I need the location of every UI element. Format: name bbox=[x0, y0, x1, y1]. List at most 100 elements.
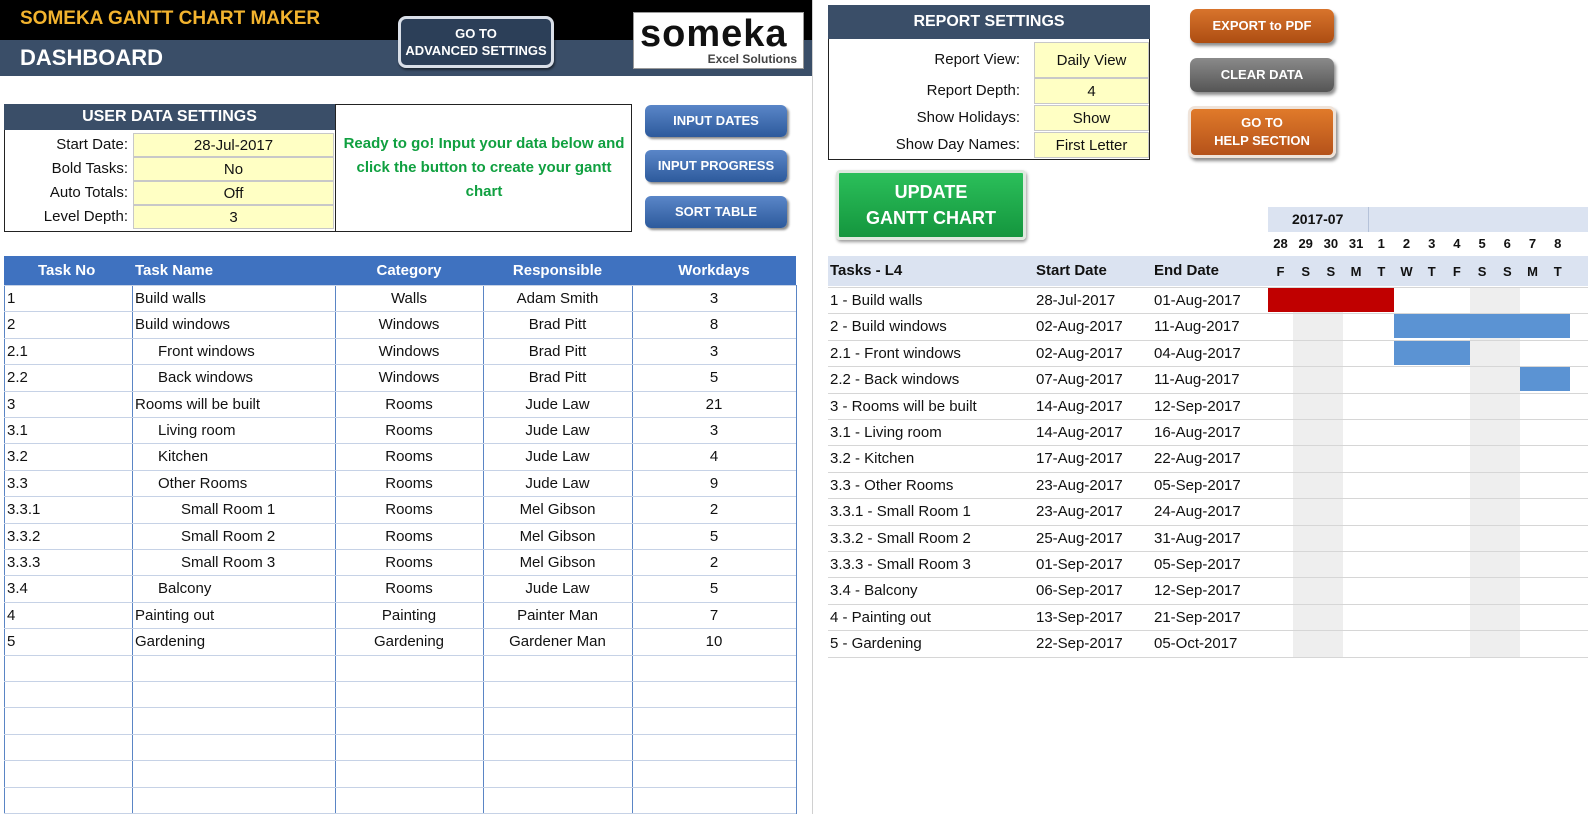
workdays-cell: 2 bbox=[709, 501, 719, 519]
gantt-end-date: 16-Aug-2017 bbox=[1154, 424, 1241, 441]
responsible-cell: Brad Pitt bbox=[528, 316, 587, 334]
clear-data-button[interactable]: CLEAR DATA bbox=[1190, 58, 1334, 92]
report-setting-label: Show Holidays: bbox=[916, 109, 1020, 126]
setting-label: Bold Tasks: bbox=[51, 160, 128, 177]
setting-value[interactable]: 28-Jul-2017 bbox=[133, 133, 334, 157]
col-header-task-name[interactable]: Task Name bbox=[135, 256, 213, 285]
task-no-cell: 4 bbox=[7, 606, 16, 624]
category-cell: Rooms bbox=[385, 448, 433, 466]
someka-logo: someka Excel Solutions bbox=[633, 12, 804, 69]
col-header-responsible[interactable]: Responsible bbox=[483, 256, 632, 285]
day-letter: F bbox=[1276, 264, 1285, 279]
day-letter: T bbox=[1553, 264, 1562, 279]
setting-label: Start Date: bbox=[56, 136, 128, 153]
category-cell: Rooms bbox=[385, 554, 433, 571]
day-letter: M bbox=[1527, 264, 1538, 279]
gantt-task-label: 3.3.1 - Small Room 1 bbox=[830, 503, 971, 521]
report-setting-label: Report Depth: bbox=[926, 82, 1020, 99]
gantt-task-label: 3.3 - Other Rooms bbox=[830, 476, 954, 494]
gantt-end-date: 05-Sep-2017 bbox=[1154, 476, 1241, 494]
report-setting-value[interactable]: Show bbox=[1034, 105, 1149, 131]
col-header-category[interactable]: Category bbox=[335, 256, 483, 285]
responsible-cell: Brad Pitt bbox=[528, 342, 587, 360]
task-no-cell: 1 bbox=[7, 290, 16, 307]
gantt-header-end[interactable]: End Date bbox=[1154, 262, 1219, 279]
workdays-cell: 5 bbox=[709, 580, 719, 598]
task-name-cell: Small Room 1 bbox=[181, 501, 276, 519]
workdays-cell: 3 bbox=[709, 422, 719, 439]
task-no-cell: 3.3.3 bbox=[7, 554, 41, 571]
day-number: 4 bbox=[1453, 236, 1461, 251]
setting-value[interactable]: No bbox=[133, 157, 334, 181]
ready-message: Ready to go! Input your data below and c… bbox=[343, 135, 625, 200]
task-name-cell: Build windows bbox=[135, 316, 231, 334]
gantt-bar[interactable] bbox=[1268, 288, 1394, 312]
task-no-cell: 3.1 bbox=[7, 422, 28, 439]
gantt-start-date: 02-Aug-2017 bbox=[1036, 318, 1123, 336]
task-no-cell: 3.4 bbox=[7, 580, 28, 598]
gantt-bar[interactable] bbox=[1394, 340, 1470, 365]
setting-value[interactable]: Off bbox=[133, 181, 334, 205]
workdays-cell: 3 bbox=[709, 342, 719, 360]
gantt-task-label: 4 - Painting out bbox=[830, 608, 931, 626]
logo-wordmark: someka bbox=[640, 13, 788, 55]
gantt-bar[interactable] bbox=[1520, 367, 1571, 392]
task-name-cell: Other Rooms bbox=[158, 474, 248, 492]
responsible-cell: Mel Gibson bbox=[519, 501, 596, 519]
report-settings-title: REPORT SETTINGS bbox=[828, 5, 1150, 39]
workdays-cell: 8 bbox=[709, 316, 719, 334]
responsible-cell: Jude Law bbox=[525, 395, 590, 413]
col-header-task-no[interactable]: Task No bbox=[38, 256, 95, 285]
export-pdf-button[interactable]: EXPORT to PDF bbox=[1190, 9, 1334, 43]
update-gantt-button[interactable]: UPDATE GANTT CHART bbox=[836, 170, 1026, 240]
gantt-task-label: 2.1 - Front windows bbox=[830, 344, 961, 362]
gantt-start-date: 28-Jul-2017 bbox=[1036, 292, 1116, 309]
task-name-cell: Kitchen bbox=[158, 448, 209, 466]
workdays-cell: 7 bbox=[709, 606, 719, 624]
gantt-task-label: 2 - Build windows bbox=[830, 318, 947, 336]
gantt-header-tasks[interactable]: Tasks - L4 bbox=[830, 262, 902, 279]
gantt-end-date: 05-Sep-2017 bbox=[1154, 556, 1241, 573]
workdays-cell: 5 bbox=[709, 369, 719, 387]
report-setting-value[interactable]: First Letter bbox=[1034, 132, 1149, 158]
sort-table-button[interactable]: SORT TABLE bbox=[645, 196, 787, 228]
gantt-start-date: 22-Sep-2017 bbox=[1036, 635, 1123, 653]
task-no-cell: 2.2 bbox=[7, 369, 28, 387]
day-letter: F bbox=[1452, 264, 1461, 279]
responsible-cell: Mel Gibson bbox=[519, 554, 596, 571]
day-letter: S bbox=[1301, 264, 1311, 279]
responsible-cell: Jude Law bbox=[525, 474, 590, 492]
category-cell: Rooms bbox=[385, 395, 433, 413]
category-cell: Windows bbox=[378, 316, 440, 334]
category-cell: Rooms bbox=[385, 422, 433, 439]
month-label: 2017-07 bbox=[1292, 211, 1344, 227]
gantt-start-date: 14-Aug-2017 bbox=[1036, 397, 1123, 415]
responsible-cell: Mel Gibson bbox=[519, 527, 596, 545]
report-setting-value[interactable]: 4 bbox=[1034, 78, 1149, 104]
gantt-start-date: 14-Aug-2017 bbox=[1036, 424, 1123, 441]
day-number: 5 bbox=[1478, 236, 1486, 251]
advanced-settings-button[interactable]: GO TO ADVANCED SETTINGS bbox=[398, 16, 554, 68]
gantt-bar[interactable] bbox=[1394, 314, 1571, 339]
report-setting-value[interactable]: Daily View bbox=[1034, 42, 1149, 78]
input-dates-button[interactable]: INPUT DATES bbox=[645, 105, 787, 137]
col-header-workdays[interactable]: Workdays bbox=[632, 256, 796, 285]
responsible-cell: Jude Law bbox=[525, 422, 590, 439]
user-settings-divider bbox=[335, 104, 336, 232]
task-no-cell: 5 bbox=[7, 633, 16, 651]
input-progress-button[interactable]: INPUT PROGRESS bbox=[645, 150, 787, 182]
gantt-end-date: 11-Aug-2017 bbox=[1154, 371, 1240, 389]
help-section-button[interactable]: GO TO HELP SECTION bbox=[1188, 106, 1336, 158]
gantt-task-label: 5 - Gardening bbox=[830, 635, 922, 653]
table-row-line bbox=[4, 733, 796, 735]
day-number: 30 bbox=[1323, 236, 1339, 251]
app-title: SOMEKA GANTT CHART MAKER bbox=[20, 8, 321, 29]
category-cell: Rooms bbox=[385, 527, 433, 545]
category-cell: Gardening bbox=[373, 633, 445, 651]
task-name-cell: Balcony bbox=[158, 580, 212, 598]
day-letter: T bbox=[1427, 264, 1436, 279]
gantt-header-start[interactable]: Start Date bbox=[1036, 262, 1107, 279]
category-cell: Walls bbox=[390, 290, 428, 307]
setting-value[interactable]: 3 bbox=[133, 205, 334, 229]
day-number: 29 bbox=[1298, 236, 1313, 251]
